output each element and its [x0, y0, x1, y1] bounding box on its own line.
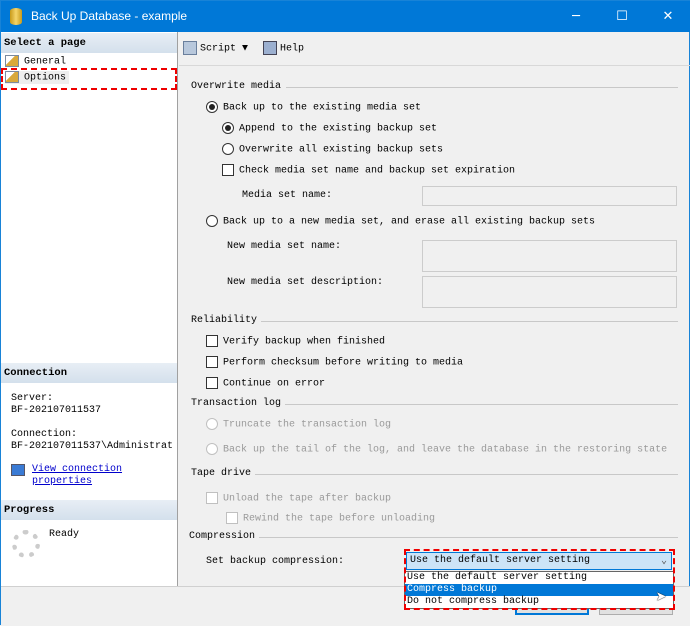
close-button[interactable]: ✕: [645, 1, 690, 32]
script-icon: [183, 41, 197, 55]
radio-new-media-set[interactable]: Back up to a new media set, and erase al…: [206, 215, 595, 228]
radio-icon: [206, 443, 218, 455]
maximize-button[interactable]: ☐: [599, 1, 645, 32]
new-media-set-name-label: New media set name:: [227, 241, 342, 252]
progress-header: Progress: [1, 500, 177, 520]
radio-icon: [222, 122, 234, 134]
tape-drive-title: Tape drive: [191, 468, 252, 479]
media-set-name-input[interactable]: [422, 186, 677, 206]
server-value: BF-202107011537: [11, 405, 102, 416]
reliability-title: Reliability: [191, 315, 258, 326]
highlight-options: [1, 68, 177, 90]
connection-header: Connection: [1, 363, 177, 383]
page-icon: [5, 55, 19, 67]
checkbox-icon: [222, 164, 234, 176]
checkbox-icon: [226, 512, 238, 524]
radio-label: Back up to the existing media set: [223, 102, 422, 114]
radio-label: Overwrite all existing backup sets: [239, 144, 444, 156]
new-media-set-description-input[interactable]: [422, 276, 677, 308]
checkbox-label: Rewind the tape before unloading: [243, 513, 436, 525]
page-label: General: [24, 56, 67, 68]
overwrite-media-title: Overwrite media: [191, 81, 282, 92]
server-label: Server:: [11, 393, 54, 404]
compression-title: Compression: [189, 531, 256, 542]
minimize-button[interactable]: ─: [553, 1, 599, 32]
radio-icon: [206, 101, 218, 113]
left-panel: Select a page General Options Connection…: [1, 32, 178, 586]
view-connection-properties-link-2[interactable]: properties: [32, 476, 92, 487]
highlight-compression: [404, 549, 675, 610]
connection-label: Connection:: [11, 429, 78, 440]
window-title: Back Up Database - example: [31, 9, 188, 23]
checkbox-label: Continue on error: [223, 378, 326, 390]
dropdown-arrow-icon: ▼: [242, 43, 249, 55]
script-label: Script: [200, 43, 237, 55]
checkbox-label: Unload the tape after backup: [223, 493, 392, 505]
script-button[interactable]: Script ▼: [183, 41, 248, 55]
view-connection-properties-link[interactable]: View connection: [32, 464, 122, 475]
radio-label: Append to the existing backup set: [239, 123, 438, 135]
set-backup-compression-label: Set backup compression:: [206, 556, 345, 567]
progress-status: Ready: [49, 529, 80, 540]
radio-label: Back up to a new media set, and erase al…: [223, 216, 596, 228]
connection-properties-icon: [11, 464, 25, 476]
checkbox-icon: [206, 335, 218, 347]
help-icon: [263, 41, 277, 55]
checkbox-icon: [206, 492, 218, 504]
checkbox-rewind-tape[interactable]: Rewind the tape before unloading: [226, 512, 435, 525]
radio-label: Back up the tail of the log, and leave t…: [223, 444, 668, 456]
new-media-set-description-label: New media set description:: [227, 277, 384, 288]
connection-value: BF-202107011537\Administrat: [11, 441, 174, 452]
checkbox-label: Perform checksum before writing to media: [223, 357, 464, 369]
radio-append[interactable]: Append to the existing backup set: [222, 122, 437, 135]
checkbox-checksum[interactable]: Perform checksum before writing to media: [206, 356, 463, 369]
radio-backup-tail[interactable]: Back up the tail of the log, and leave t…: [206, 443, 667, 456]
radio-truncate-log[interactable]: Truncate the transaction log: [206, 418, 391, 431]
radio-icon: [222, 143, 234, 155]
checkbox-continue-on-error[interactable]: Continue on error: [206, 377, 325, 390]
checkbox-check-media-name[interactable]: Check media set name and backup set expi…: [222, 164, 515, 177]
title-bar: Back Up Database - example ─ ☐ ✕: [1, 1, 690, 32]
options-panel: Script ▼ Help Overwrite media Back up to…: [179, 32, 690, 586]
help-label: Help: [280, 43, 305, 55]
select-page-header: Select a page: [1, 33, 177, 53]
radio-label: Truncate the transaction log: [223, 419, 392, 431]
radio-icon: [206, 418, 218, 430]
checkbox-icon: [206, 377, 218, 389]
radio-existing-media[interactable]: Back up to the existing media set: [206, 101, 421, 114]
mouse-cursor-icon: ➤: [656, 589, 667, 609]
checkbox-label: Check media set name and backup set expi…: [239, 165, 516, 177]
checkbox-unload-tape[interactable]: Unload the tape after backup: [206, 492, 391, 505]
database-icon: [10, 8, 22, 25]
radio-overwrite-all[interactable]: Overwrite all existing backup sets: [222, 143, 443, 156]
radio-icon: [206, 215, 218, 227]
help-button[interactable]: Help: [263, 41, 304, 55]
checkbox-icon: [206, 356, 218, 368]
transaction-log-title: Transaction log: [191, 398, 282, 409]
checkbox-verify[interactable]: Verify backup when finished: [206, 335, 385, 348]
checkbox-label: Verify backup when finished: [223, 336, 386, 348]
progress-spinner-icon: [12, 530, 40, 558]
page-general[interactable]: General: [5, 55, 66, 68]
media-set-name-label: Media set name:: [242, 190, 333, 201]
new-media-set-name-input[interactable]: [422, 240, 677, 272]
